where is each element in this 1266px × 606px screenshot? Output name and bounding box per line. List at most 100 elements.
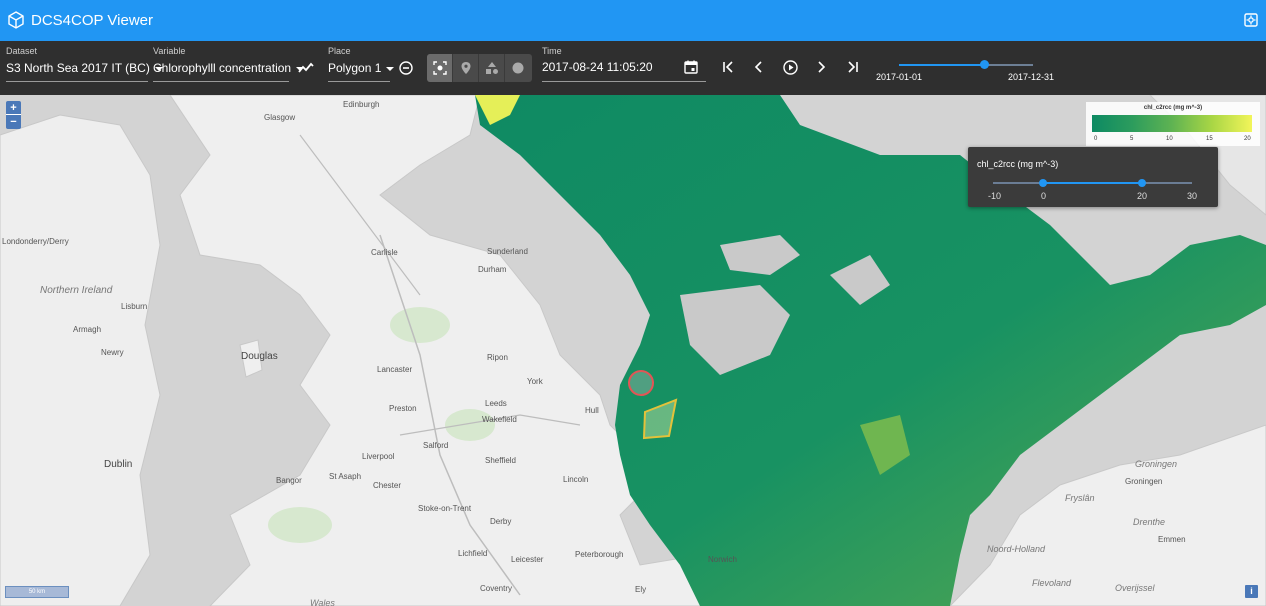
zoom-out-button[interactable]: − [6, 115, 21, 129]
chevron-left-icon [754, 61, 762, 73]
circle-mode-button[interactable] [505, 54, 531, 82]
point-mode-button[interactable] [453, 54, 479, 82]
shapes-icon [485, 62, 498, 74]
first-step-button[interactable] [716, 55, 740, 79]
place-label-wales: Wales [310, 598, 335, 606]
place-label-derby: Derby [490, 517, 512, 526]
app-root: DCS4COP Viewer Dataset S3 North Sea 2017… [0, 0, 1266, 606]
place-label-newry: Newry [101, 348, 124, 357]
legend-tick: 10 [1166, 136, 1173, 142]
time-series-button[interactable] [294, 56, 318, 80]
place-label-glasgow: Glasgow [264, 113, 296, 122]
cube-logo-icon [8, 11, 24, 29]
color-range-scale-label: 0 [1041, 191, 1047, 201]
dataset-value: S3 North Sea 2017 IT (BC) [6, 61, 150, 75]
place-label-chester: Chester [373, 481, 402, 490]
time-slider-end-label: 2017-12-31 [1008, 72, 1055, 82]
place-value: Polygon 1 [328, 61, 382, 75]
previous-step-button[interactable] [747, 55, 771, 79]
place-label-londonderry: Londonderry/Derry [2, 237, 69, 246]
place-label-stoke: Stoke-on-Trent [418, 504, 472, 513]
select-target-icon [432, 61, 447, 75]
place-label-emmen: Emmen [1158, 535, 1186, 544]
settings-icon[interactable] [1244, 13, 1258, 27]
skip-first-icon [723, 61, 733, 73]
legend-tick: 15 [1206, 136, 1213, 142]
color-range-scale-label: -10 [988, 191, 1002, 201]
place-label-noord-holland: Noord-Holland [987, 544, 1046, 554]
place-label-preston: Preston [389, 404, 417, 413]
zoom-in-button[interactable]: + [6, 101, 21, 115]
legend-tick: 20 [1244, 136, 1251, 142]
park-area [445, 409, 495, 441]
park-area [390, 307, 450, 343]
dataset-field: Dataset S3 North Sea 2017 IT (BC) [6, 46, 163, 82]
app-bar: DCS4COP Viewer [0, 0, 1266, 41]
place-label-peterborough: Peterborough [575, 550, 624, 559]
place-label-wakefield: Wakefield [482, 415, 517, 424]
line-chart-icon [298, 62, 314, 73]
select-mode-button[interactable] [427, 54, 453, 82]
place-label-overijssel: Overijssel [1115, 583, 1155, 593]
next-step-button[interactable] [809, 55, 833, 79]
calendar-icon [684, 60, 698, 74]
place-label-groningen: Groningen [1125, 477, 1163, 486]
place-label-coventry: Coventry [480, 584, 513, 593]
play-button[interactable] [778, 55, 802, 79]
place-label-liverpool: Liverpool [362, 452, 395, 461]
color-legend[interactable]: chl_c2rcc (mg m^-3) 0 5 10 15 20 [1086, 102, 1260, 146]
place-label-carlisle: Carlisle [371, 248, 398, 257]
time-slider-thumb[interactable] [980, 60, 990, 69]
park-area [268, 507, 332, 543]
place-label-sunderland: Sunderland [487, 247, 528, 256]
map-scale-bar: 50 km [5, 586, 69, 598]
legend-title: chl_c2rcc (mg m^-3) [1143, 105, 1203, 111]
time-slider-fill [899, 64, 985, 66]
color-range-scale-label: 20 [1137, 191, 1148, 201]
place-label-ely: Ely [635, 585, 647, 594]
legend-tick: 0 [1094, 136, 1098, 142]
remove-place-button[interactable] [394, 56, 418, 80]
place-label-armagh: Armagh [73, 325, 102, 334]
color-range-high-thumb[interactable] [1138, 179, 1147, 187]
place-select[interactable]: Polygon 1 [328, 60, 395, 82]
color-range-low-thumb[interactable] [1038, 179, 1047, 187]
place-label-fryslan: Fryslân [1065, 493, 1095, 503]
ireland-land [0, 114, 161, 606]
place-label-salford: Salford [423, 441, 449, 450]
place-label-flevoland: Flevoland [1032, 578, 1072, 588]
chevron-right-icon [818, 61, 826, 73]
color-range-popup: chl_c2rcc (mg m^-3) -10 0 20 30 [968, 147, 1218, 207]
place-label-edinburgh: Edinburgh [343, 100, 380, 109]
variable-field: Variable Chlorophylll concentration [153, 46, 305, 82]
place-label-ripon: Ripon [487, 353, 508, 362]
color-range-title: chl_c2rcc (mg m^-3) [977, 159, 1059, 169]
place-label-lincoln: Lincoln [563, 475, 589, 484]
color-range-fill [1042, 182, 1143, 184]
place-label-york: York [527, 377, 543, 386]
control-toolbar: Dataset S3 North Sea 2017 IT (BC) Variab… [0, 41, 1266, 95]
calendar-button[interactable] [679, 55, 703, 79]
map-view[interactable]: Edinburgh Glasgow Londonderry/Derry Nort… [0, 95, 1266, 606]
skip-last-icon [848, 61, 858, 73]
legend-tick: 5 [1130, 136, 1134, 142]
last-step-button[interactable] [841, 55, 865, 79]
time-range-slider[interactable] [899, 60, 1033, 69]
variable-select[interactable]: Chlorophylll concentration [153, 60, 305, 82]
info-button[interactable]: i [1245, 585, 1258, 598]
place-label-leeds: Leeds [485, 399, 507, 408]
color-range-slider[interactable] [993, 179, 1192, 187]
place-label-st-asaph: St Asaph [329, 472, 362, 481]
polygon-mode-button[interactable] [479, 54, 505, 82]
place-label-norwich: Norwich [708, 555, 737, 564]
place-label-dublin: Dublin [104, 459, 133, 470]
place-label-hull: Hull [585, 406, 599, 415]
circle-place [628, 370, 654, 396]
place-label: Place [328, 46, 351, 56]
dataset-select[interactable]: S3 North Sea 2017 IT (BC) [6, 60, 163, 82]
place-label-northern-ireland: Northern Ireland [40, 285, 113, 296]
color-range-scale-label: 30 [1187, 191, 1198, 201]
place-label-sheffield: Sheffield [485, 456, 516, 465]
variable-value: Chlorophylll concentration [153, 61, 292, 75]
place-label-bangor: Bangor [276, 476, 302, 485]
